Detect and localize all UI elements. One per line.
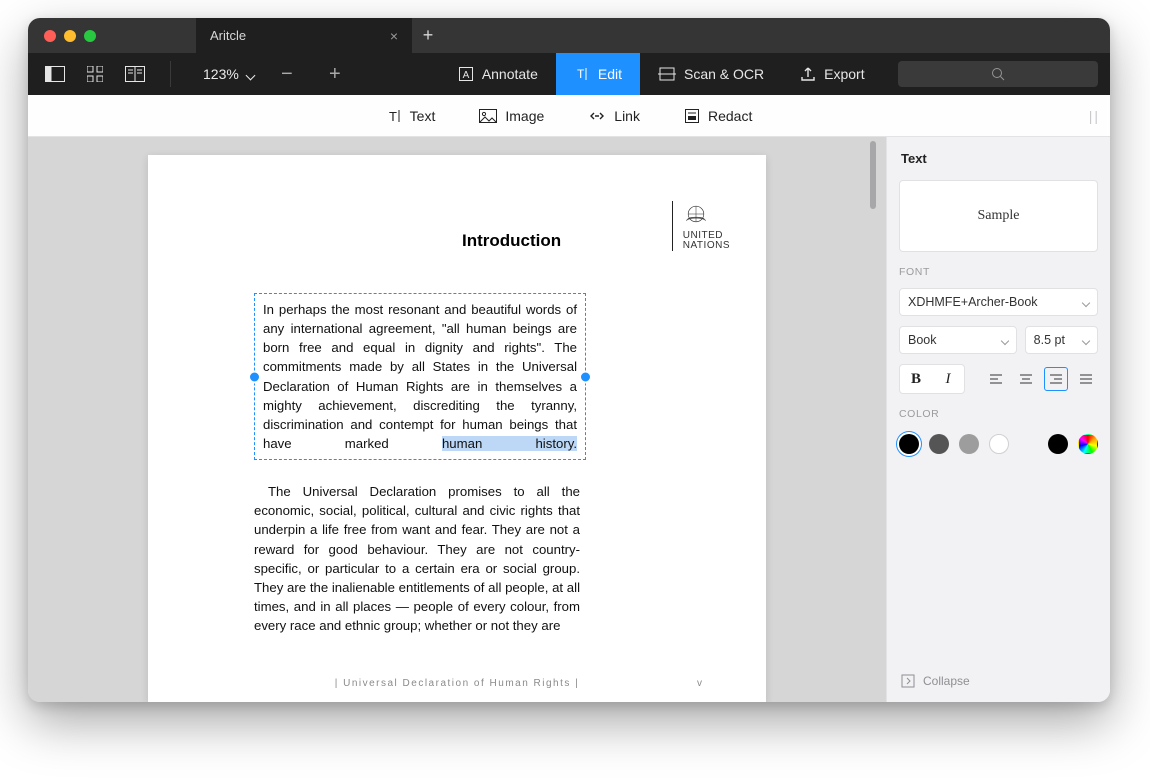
tool-text[interactable]: T Text bbox=[382, 102, 440, 130]
fill-color-black[interactable] bbox=[1048, 434, 1068, 454]
chevron-down-icon bbox=[1083, 295, 1089, 309]
search-field[interactable] bbox=[898, 61, 1098, 87]
bold-button[interactable]: B bbox=[900, 365, 932, 393]
font-family-value: XDHMFE+Archer-Book bbox=[908, 295, 1038, 309]
tool-link-label: Link bbox=[614, 108, 640, 124]
color-swatch-row bbox=[899, 434, 1098, 454]
align-right-button[interactable] bbox=[1044, 367, 1068, 391]
mode-annotate[interactable]: A Annotate bbox=[440, 53, 556, 95]
un-emblem-icon bbox=[683, 201, 709, 227]
page-number: v bbox=[697, 678, 702, 689]
paragraph-1-a: In perhaps the most resonant and beautif… bbox=[263, 302, 577, 451]
font-size-value: 8.5 pt bbox=[1034, 333, 1065, 347]
align-justify-button[interactable] bbox=[1074, 367, 1098, 391]
content-area: Introduction UNITED NATIONS In perhaps t… bbox=[28, 137, 1110, 702]
window-controls bbox=[28, 30, 96, 42]
panel-drag-handle-icon[interactable]: || bbox=[1089, 108, 1100, 124]
text-properties-panel: Text Sample FONT XDHMFE+Archer-Book Book… bbox=[886, 137, 1110, 702]
document-tab[interactable]: Aritcle × bbox=[196, 18, 412, 53]
text-color-darkgray[interactable] bbox=[929, 434, 949, 454]
collapse-panel-button[interactable]: Collapse bbox=[899, 668, 1098, 694]
text-color-black[interactable] bbox=[899, 434, 919, 454]
svg-text:T: T bbox=[577, 67, 585, 81]
un-logo-block: UNITED NATIONS bbox=[672, 201, 730, 251]
tool-redact-label: Redact bbox=[708, 108, 752, 124]
tool-image-label: Image bbox=[505, 108, 544, 124]
style-button-group: B I bbox=[899, 364, 965, 394]
mode-edit[interactable]: T Edit bbox=[556, 53, 640, 95]
titlebar: Aritcle × + bbox=[28, 18, 1110, 53]
minimize-window-button[interactable] bbox=[64, 30, 76, 42]
sidebar-toggle-icon[interactable] bbox=[44, 66, 66, 82]
main-toolbar: 123% − + A Annotate T Edit Scan & OCR Ex… bbox=[28, 53, 1110, 95]
chevron-down-icon bbox=[243, 66, 254, 82]
new-tab-button[interactable]: + bbox=[412, 25, 444, 46]
zoom-dropdown[interactable]: 123% bbox=[203, 66, 254, 82]
document-canvas[interactable]: Introduction UNITED NATIONS In perhaps t… bbox=[28, 137, 886, 702]
reading-mode-icon[interactable] bbox=[124, 66, 146, 82]
org-line-2: NATIONS bbox=[683, 241, 730, 251]
color-picker-button[interactable] bbox=[1078, 434, 1098, 454]
font-family-dropdown[interactable]: XDHMFE+Archer-Book bbox=[899, 288, 1098, 316]
close-tab-icon[interactable]: × bbox=[390, 28, 398, 44]
fullscreen-window-button[interactable] bbox=[84, 30, 96, 42]
tool-text-label: Text bbox=[410, 108, 436, 124]
mode-scan-ocr[interactable]: Scan & OCR bbox=[640, 53, 782, 95]
paragraph-1-highlight: human history. bbox=[442, 436, 577, 451]
font-section-label: FONT bbox=[899, 266, 1098, 278]
close-window-button[interactable] bbox=[44, 30, 56, 42]
font-size-dropdown[interactable]: 8.5 pt bbox=[1025, 326, 1098, 354]
svg-text:T: T bbox=[389, 109, 397, 124]
pdf-page: Introduction UNITED NATIONS In perhaps t… bbox=[148, 155, 766, 702]
chevron-down-icon bbox=[1083, 333, 1089, 347]
mode-edit-label: Edit bbox=[598, 66, 622, 82]
panel-title: Text bbox=[899, 149, 1098, 170]
tool-image[interactable]: Image bbox=[475, 102, 548, 130]
paragraph-2: The Universal Declaration promises to al… bbox=[254, 482, 580, 635]
font-style-dropdown[interactable]: Book bbox=[899, 326, 1017, 354]
zoom-in-button[interactable]: + bbox=[320, 63, 350, 86]
align-center-button[interactable] bbox=[1014, 367, 1038, 391]
section-heading: Introduction bbox=[462, 231, 561, 251]
edit-subtoolbar: T Text Image Link Redact || bbox=[28, 95, 1110, 137]
font-style-value: Book bbox=[908, 333, 937, 347]
chevron-down-icon bbox=[1002, 333, 1008, 347]
mode-export-label: Export bbox=[824, 66, 864, 82]
collapse-label: Collapse bbox=[923, 674, 970, 688]
text-color-white[interactable] bbox=[989, 434, 1009, 454]
tool-link[interactable]: Link bbox=[584, 102, 644, 130]
color-section-label: COLOR bbox=[899, 408, 1098, 420]
mode-annotate-label: Annotate bbox=[482, 66, 538, 82]
app-window: Aritcle × + 123% − + A bbox=[28, 18, 1110, 702]
font-sample-preview: Sample bbox=[899, 180, 1098, 252]
italic-button[interactable]: I bbox=[932, 365, 964, 393]
tool-redact[interactable]: Redact bbox=[680, 102, 756, 130]
page-footer: | Universal Declaration of Human Rights … bbox=[148, 678, 766, 689]
vertical-scrollbar[interactable] bbox=[870, 137, 878, 702]
zoom-out-button[interactable]: − bbox=[272, 63, 302, 86]
selected-text-box[interactable]: In perhaps the most resonant and beautif… bbox=[254, 293, 586, 460]
zoom-value: 123% bbox=[203, 66, 239, 82]
text-color-gray[interactable] bbox=[959, 434, 979, 454]
tab-title: Aritcle bbox=[210, 28, 246, 43]
svg-text:A: A bbox=[462, 70, 469, 81]
mode-scan-ocr-label: Scan & OCR bbox=[684, 66, 764, 82]
thumbnails-icon[interactable] bbox=[84, 66, 106, 82]
align-left-button[interactable] bbox=[984, 367, 1008, 391]
mode-export[interactable]: Export bbox=[782, 53, 882, 95]
